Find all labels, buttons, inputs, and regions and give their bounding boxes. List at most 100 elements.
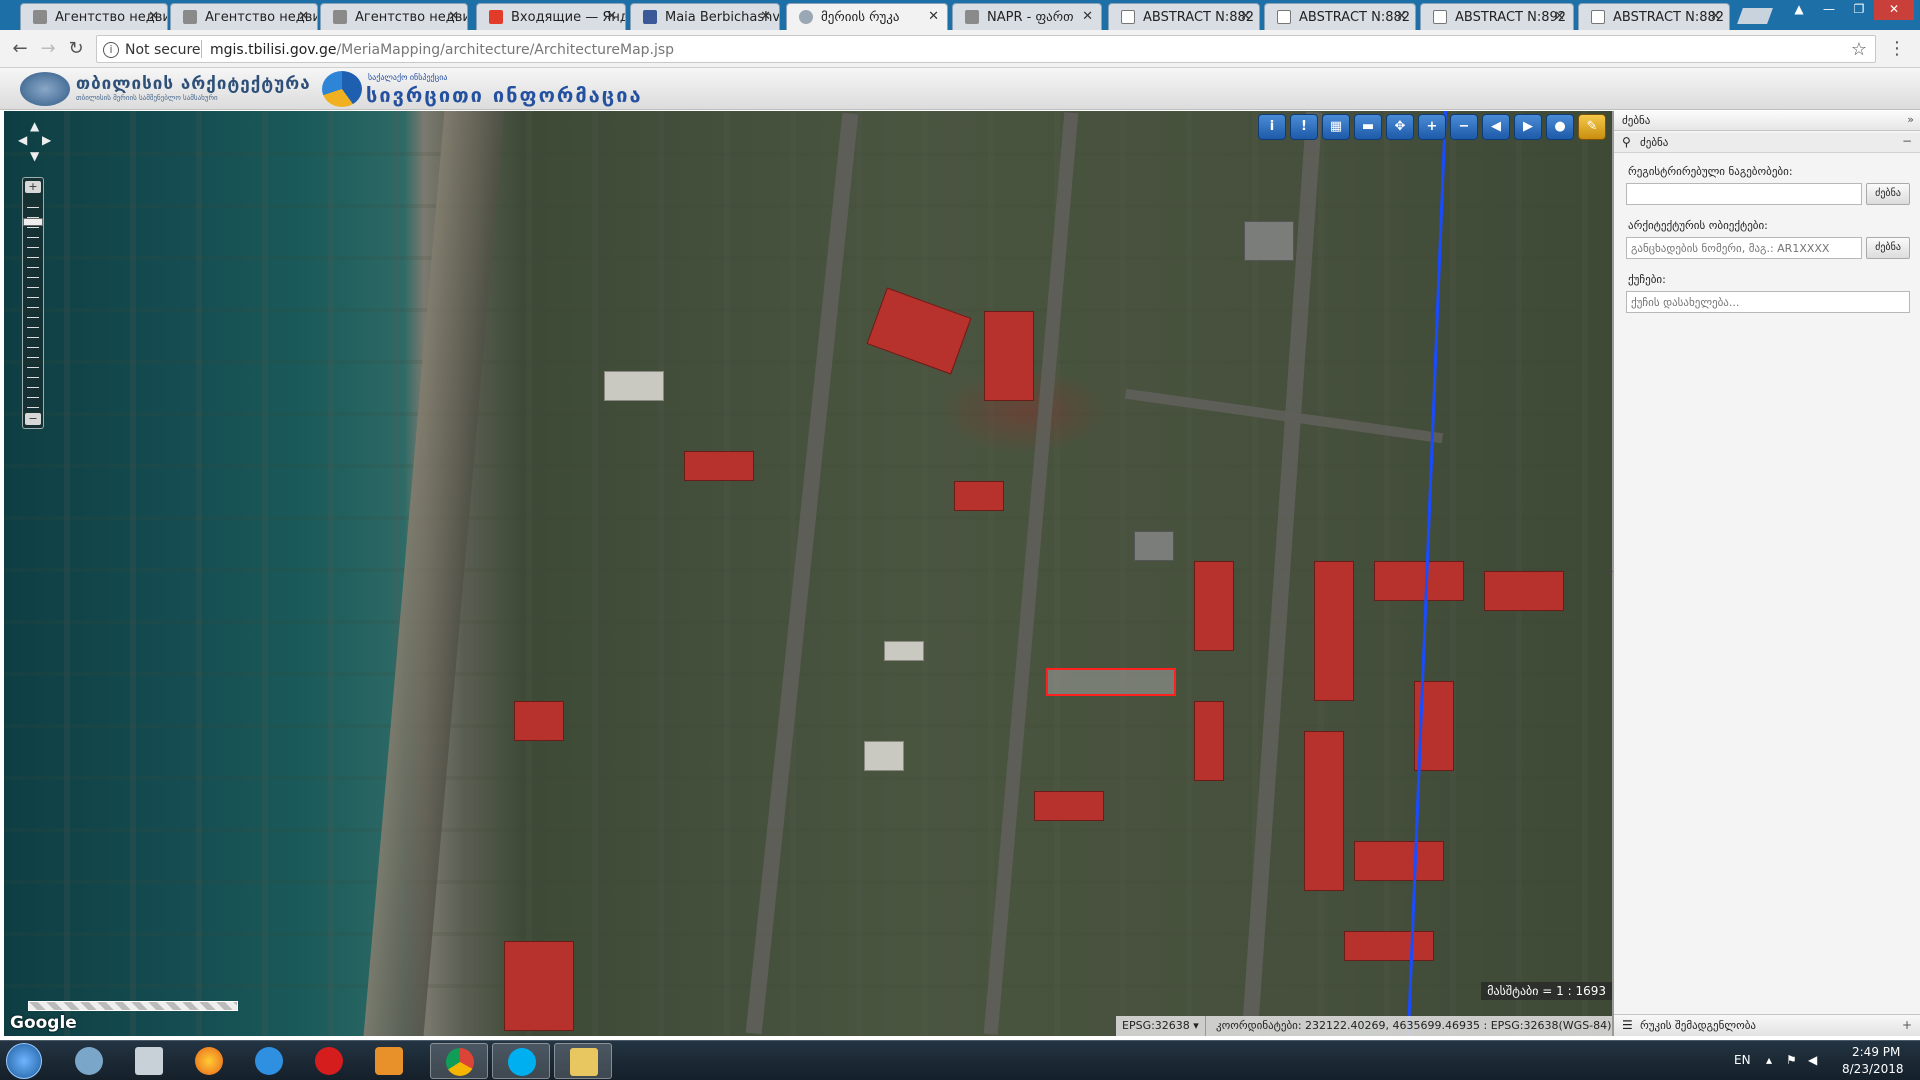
shoreline (363, 111, 505, 1036)
map-toolbar: i ! ▦ ▬ ✥ + − ◀ ▶ ● ✎ (1258, 114, 1606, 140)
zoom-out-icon[interactable]: − (1450, 114, 1478, 140)
forward-icon[interactable]: → (36, 38, 60, 59)
building (684, 451, 754, 481)
expand-plus-icon[interactable]: + (1902, 1018, 1912, 1032)
projection-value: EPSG:32638 (1122, 1019, 1190, 1032)
registered-buildings-search-button[interactable]: ძებნა (1866, 183, 1910, 205)
measure-area-icon[interactable]: ▦ (1322, 114, 1350, 140)
clock-time[interactable]: 2:49 PM (1852, 1045, 1900, 1059)
browser-menu-icon[interactable]: ⋮ (1888, 38, 1906, 59)
window-close-icon[interactable]: ✕ (1874, 0, 1914, 20)
tray-expand-icon[interactable]: ▴ (1766, 1053, 1772, 1067)
zoom-slider[interactable]: + − (22, 177, 44, 429)
clock-date[interactable]: 8/23/2018 (1842, 1062, 1904, 1076)
logo-title: თბილისის არქიტექტურა (76, 74, 311, 94)
selected-parcel[interactable] (1046, 668, 1176, 696)
zoom-in-icon[interactable]: + (1418, 114, 1446, 140)
tab-agency-3[interactable]: Агентство недви ✕ (320, 3, 468, 30)
taskbar-app-skype[interactable] (492, 1043, 550, 1079)
architecture-objects-input[interactable] (1626, 237, 1862, 259)
tab-abstract-2[interactable]: ABSTRACT N:882 ✕ (1264, 3, 1416, 30)
internet-explorer-icon (255, 1047, 283, 1075)
full-extent-icon[interactable]: ● (1546, 114, 1574, 140)
tab-label: მერიის რუკა (821, 10, 900, 25)
taskbar-app-calculator[interactable] (120, 1043, 178, 1079)
close-icon[interactable]: ✕ (298, 9, 309, 24)
flag-icon[interactable]: ⚑ (1786, 1053, 1797, 1067)
registered-buildings-input[interactable] (1626, 183, 1862, 205)
measure-length-icon[interactable]: ▬ (1354, 114, 1382, 140)
taskbar-app-utility[interactable] (60, 1043, 118, 1079)
identify-tool-icon[interactable]: ! (1290, 114, 1318, 140)
zoom-slider-thumb[interactable] (23, 218, 43, 226)
new-tab-button[interactable] (1737, 8, 1773, 24)
satellite-map[interactable]: ▲ ◀ ▶ ▼ + − i ! ▦ ▬ ✥ + − ◀ ▶ ● ✎ მასშტა… (4, 111, 1612, 1036)
tab-yandex-mail[interactable]: Входящие — Янд ✕ (476, 3, 626, 30)
zoom-in-button[interactable]: + (25, 181, 41, 193)
tab-agency-2[interactable]: Агентство недви ✕ (170, 3, 318, 30)
zoom-prev-icon[interactable]: ◀ (1482, 114, 1510, 140)
back-icon[interactable]: ← (8, 38, 32, 59)
projection-select[interactable]: EPSG:32638 ▾ (1116, 1016, 1206, 1036)
zoom-next-icon[interactable]: ▶ (1514, 114, 1542, 140)
print-icon[interactable]: ✎ (1578, 114, 1606, 140)
taskbar-app-firefox[interactable] (180, 1043, 238, 1079)
pan-down-icon[interactable]: ▼ (30, 149, 39, 163)
language-indicator[interactable]: EN (1734, 1053, 1751, 1067)
info-tool-icon[interactable]: i (1258, 114, 1286, 140)
tab-abstract-3[interactable]: ABSTRACT N:892 ✕ (1420, 3, 1574, 30)
close-icon[interactable]: ✕ (928, 9, 939, 24)
start-button[interactable] (6, 1043, 42, 1079)
tab-abstract-1[interactable]: ABSTRACT N:882 ✕ (1108, 3, 1260, 30)
pan-up-icon[interactable]: ▲ (30, 119, 39, 133)
divider (201, 40, 202, 58)
user-icon[interactable]: ▲ (1784, 0, 1814, 20)
close-icon[interactable]: ✕ (448, 9, 459, 24)
street-input[interactable] (1626, 291, 1910, 313)
close-icon[interactable]: ✕ (1396, 9, 1407, 24)
search-panel: ▸ ძებნა » ⚲ ძებნა − რეგისტრირებული ნაგებ… (1608, 111, 1920, 1036)
taskbar-app-chrome[interactable] (430, 1043, 488, 1079)
close-icon[interactable]: ✕ (760, 9, 771, 24)
close-icon[interactable]: ✕ (1554, 9, 1565, 24)
tab-facebook[interactable]: Maia Berbichashv ✕ (630, 3, 780, 30)
pan-right-icon[interactable]: ▶ (42, 133, 51, 147)
taskbar-app-explorer[interactable] (554, 1043, 612, 1079)
url-field[interactable]: i Not secure mgis.tbilisi.gov.ge/MeriaMa… (96, 35, 1876, 63)
info-icon[interactable]: i (103, 42, 119, 58)
taskbar-app-opera[interactable] (300, 1043, 358, 1079)
restore-icon[interactable]: ❐ (1844, 0, 1874, 20)
calculator-icon (135, 1047, 163, 1075)
collapse-icon[interactable]: − (1902, 134, 1912, 148)
volume-icon[interactable]: ◀ (1808, 1053, 1817, 1067)
taskbar-app-media-player[interactable] (360, 1043, 418, 1079)
search-section-header[interactable]: ⚲ ძებნა − (1614, 133, 1920, 153)
close-icon[interactable]: ✕ (1082, 9, 1093, 24)
site-icon (333, 10, 347, 24)
panel-collapse-icon[interactable]: ▸ (1608, 566, 1613, 577)
architecture-objects-search-button[interactable]: ძებნა (1866, 237, 1910, 259)
close-icon[interactable]: ✕ (1240, 9, 1251, 24)
tab-napr[interactable]: NAPR - ფართ ✕ (952, 3, 1102, 30)
reload-icon[interactable]: ↻ (64, 38, 88, 59)
tab-label: NAPR - ფართ (987, 10, 1074, 25)
zoom-out-button[interactable]: − (25, 413, 41, 425)
building (984, 311, 1034, 401)
layers-title: რუკის შემადგენლობა (1640, 1019, 1757, 1032)
close-icon[interactable]: ✕ (1710, 9, 1721, 24)
close-icon[interactable]: ✕ (148, 9, 159, 24)
bookmark-star-icon[interactable]: ☆ (1851, 39, 1867, 60)
taskbar-app-ie[interactable] (240, 1043, 298, 1079)
map-layers-header[interactable]: ☰ რუკის შემადგენლობა + (1614, 1014, 1920, 1036)
tab-meria-map[interactable]: მერიის რუკა ✕ (786, 3, 948, 30)
tab-agency-1[interactable]: Агентство недви ✕ (20, 3, 168, 30)
close-icon[interactable]: ✕ (606, 9, 617, 24)
building (604, 371, 664, 401)
scale-readout: მასშტაბი = 1 : 1693 (1481, 982, 1612, 1000)
expand-icon[interactable]: » (1907, 113, 1914, 126)
pan-control[interactable]: ▲ ◀ ▶ ▼ (18, 119, 52, 173)
minimize-icon[interactable]: — (1814, 0, 1844, 20)
pan-left-icon[interactable]: ◀ (18, 133, 27, 147)
pan-icon[interactable]: ✥ (1386, 114, 1414, 140)
tab-abstract-4[interactable]: ABSTRACT N:882 ✕ (1578, 3, 1730, 30)
